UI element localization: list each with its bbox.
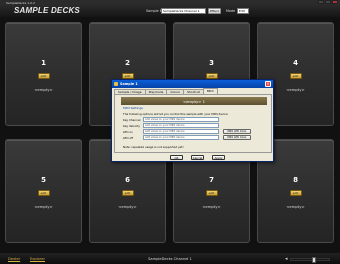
volume-slider[interactable]: [290, 257, 330, 263]
tile-number: 7: [209, 175, 214, 184]
tile-number: 3: [209, 58, 214, 67]
sample-bank-select[interactable]: SampleDecks Channel 1: [161, 8, 206, 14]
ok-button[interactable]: OK: [170, 155, 183, 160]
status-bar: Dexter Explorer SampleDecks Channel 1 ◂: [0, 253, 340, 264]
section-title: MIDI Settings: [123, 106, 143, 110]
row-label: LED on: [123, 129, 133, 134]
tile-number: 5: [41, 175, 46, 184]
led-off-input[interactable]: Add value on your MIDI device: [143, 135, 219, 140]
led-on-color-button[interactable]: MIDI LED Color: [223, 129, 251, 134]
mode-select[interactable]: Edit: [237, 8, 249, 14]
row-label: LED off: [123, 135, 134, 140]
tile-status: <empty>: [118, 204, 137, 210]
close-icon[interactable]: [332, 0, 338, 4]
tile-status: <empty>: [202, 204, 221, 210]
app-logo: SAMPLE DECKS: [14, 6, 80, 15]
key-channel-input[interactable]: Add value on your MIDI device: [143, 117, 219, 122]
tile-number: 6: [125, 175, 130, 184]
speaker-icon: ◂: [285, 256, 288, 262]
edit-button[interactable]: edit: [289, 72, 302, 79]
window-controls: [318, 0, 338, 4]
panel-header: <empty> 1: [121, 97, 267, 105]
app-window: SampleDecks 1.0.2 SAMPLE DECKS Sample Ba…: [0, 0, 340, 264]
tile-number: 4: [293, 58, 298, 67]
sample-tile[interactable]: 5 edit <empty>: [5, 139, 82, 243]
tile-status: <empty>: [34, 87, 53, 93]
cancel-button[interactable]: Cancel: [191, 155, 204, 160]
midi-panel: <empty> 1 MIDI Settings The following op…: [114, 94, 272, 153]
midi-row: LED off Add value on your MIDI device MI…: [123, 135, 251, 140]
dialog-title: Sample 1: [120, 82, 138, 86]
edit-button[interactable]: edit: [37, 189, 50, 196]
row-label: Key Velocity: [123, 123, 140, 128]
panel-footnote: Note: repeated usage is not supported ye…: [123, 145, 184, 149]
toolbar: SAMPLE DECKS Sample Bank SampleDecks Cha…: [0, 5, 340, 17]
status-text: SampleDecks Channel 1: [148, 257, 192, 261]
key-velocity-input[interactable]: Add value on your MIDI device: [143, 123, 219, 128]
led-off-color-button[interactable]: MIDI LED Color: [223, 135, 251, 140]
tile-number: 2: [125, 58, 130, 67]
edit-button[interactable]: edit: [289, 189, 302, 196]
mode-label: Mode: [226, 9, 236, 13]
tile-number: 1: [41, 58, 46, 67]
edit-button[interactable]: edit: [205, 189, 218, 196]
section-note: The following options will let you contr…: [123, 112, 228, 116]
tile-status: <empty>: [286, 204, 305, 210]
sample-settings-dialog: Sample 1 × Sample / Image Playmode Colou…: [111, 79, 274, 162]
sample-tile[interactable]: 1 edit <empty>: [5, 22, 82, 126]
app-icon: [114, 82, 118, 86]
midi-row: Key Channel Add value on your MIDI devic…: [123, 117, 219, 122]
dialog-titlebar[interactable]: Sample 1 ×: [112, 80, 273, 88]
apply-button[interactable]: Apply: [212, 155, 225, 160]
slider-knob[interactable]: [311, 257, 316, 263]
tile-status: <empty>: [34, 204, 53, 210]
midi-row: LED on Add value on your MIDI device MID…: [123, 129, 251, 134]
row-label: Key Channel: [123, 117, 141, 122]
edit-button[interactable]: edit: [37, 72, 50, 79]
edit-button[interactable]: edit: [121, 189, 134, 196]
minimize-icon[interactable]: [318, 0, 324, 4]
led-on-input[interactable]: Add value on your MIDI device: [143, 129, 219, 134]
window-title: SampleDecks 1.0.2: [6, 0, 35, 5]
tile-number: 8: [293, 175, 298, 184]
close-icon[interactable]: ×: [265, 81, 271, 87]
effects-button[interactable]: Effect: [208, 8, 221, 14]
maximize-icon[interactable]: [325, 0, 331, 4]
midi-row: Key Velocity Add value on your MIDI devi…: [123, 123, 219, 128]
